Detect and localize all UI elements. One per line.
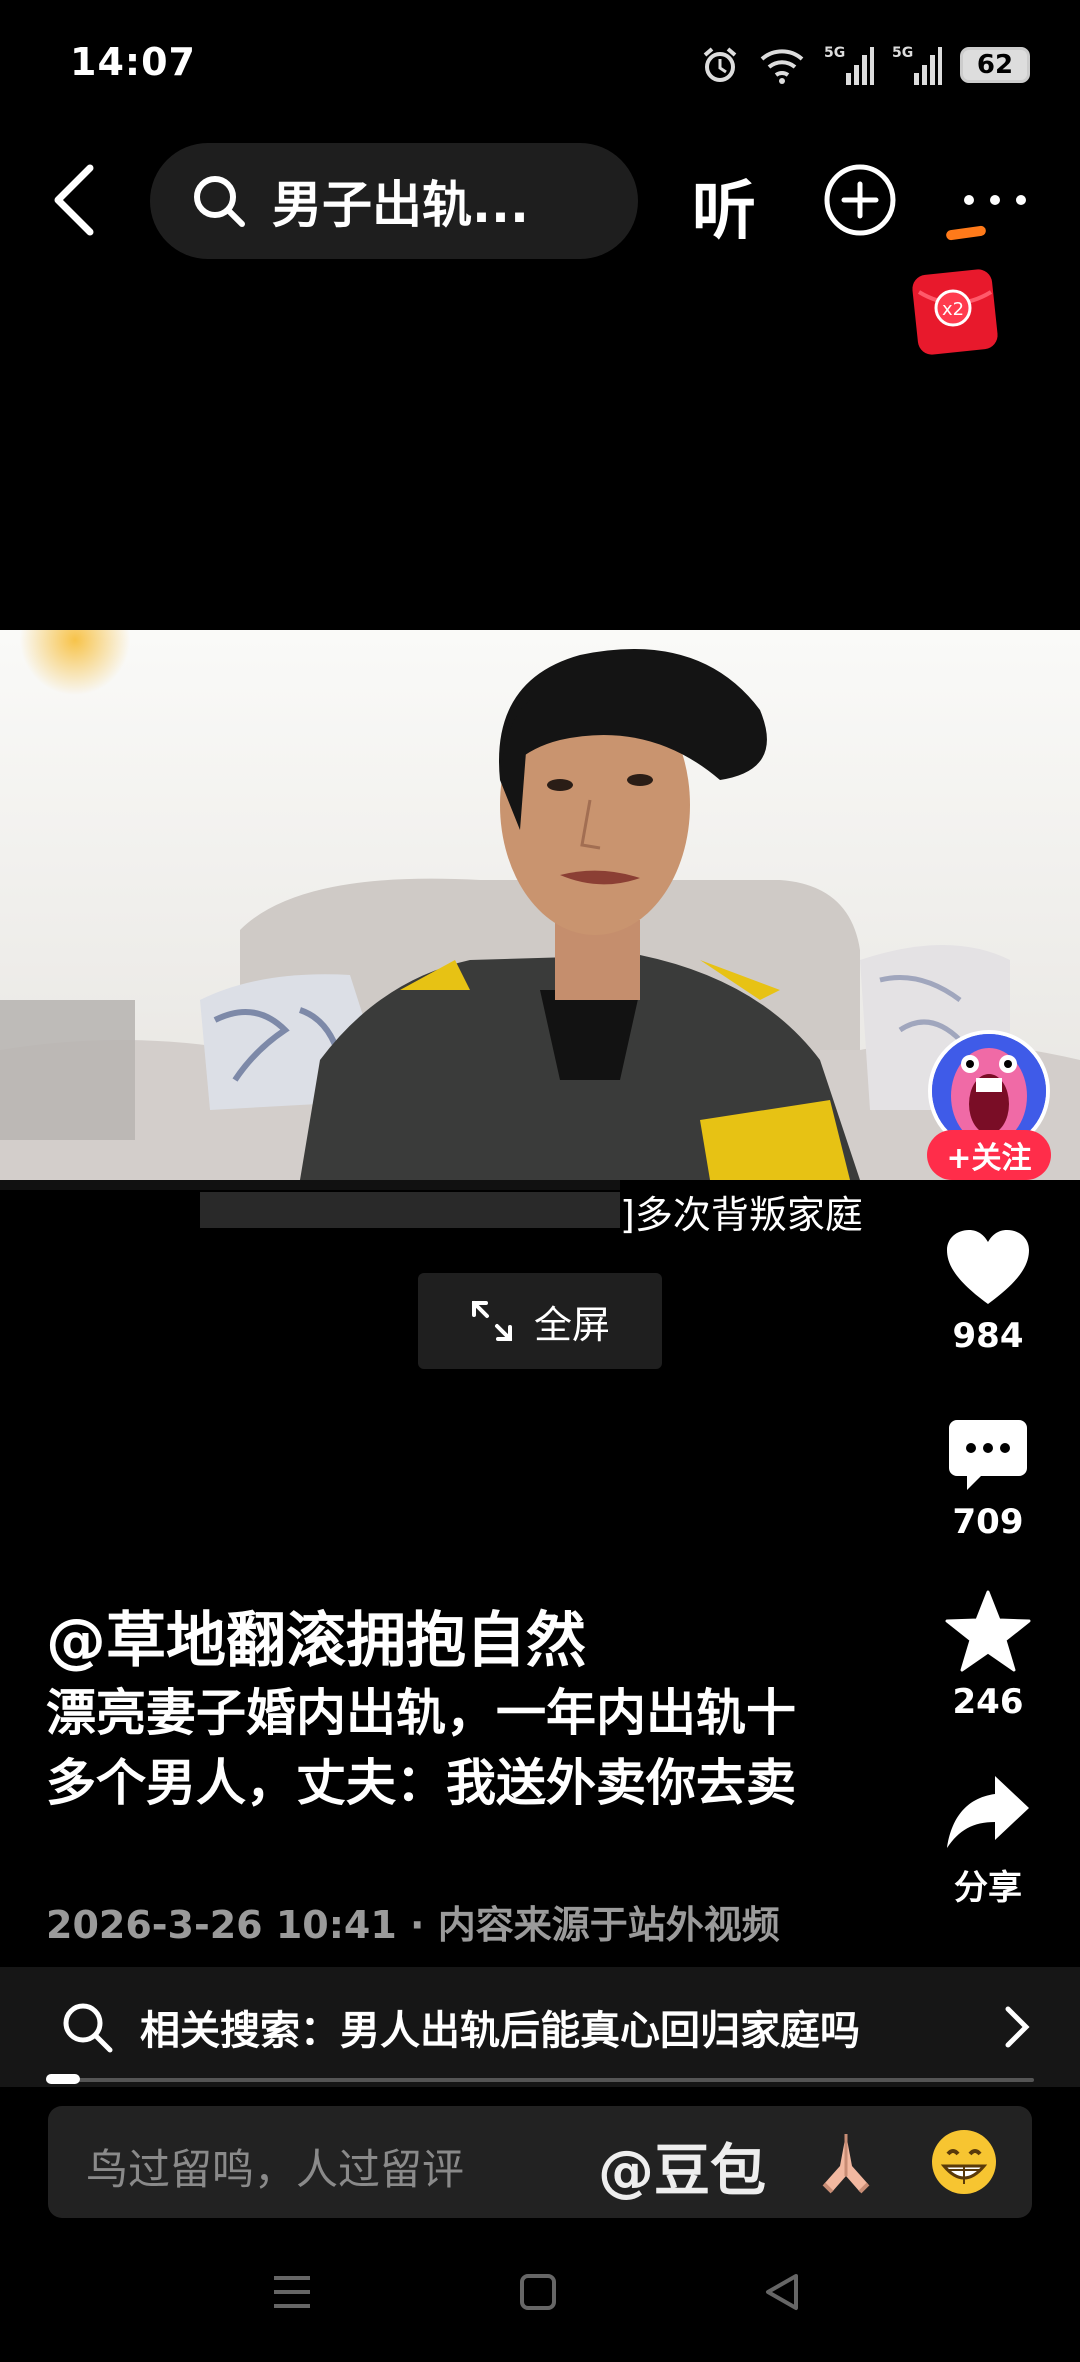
menu-lines-icon[interactable] xyxy=(272,2272,312,2312)
comment-bubble-icon xyxy=(949,1420,1027,1490)
red-packet-label: x2 xyxy=(942,299,964,320)
post-meta: 2026-3-26 10:41 · 内容来源于站外视频 xyxy=(46,1903,780,1947)
search-icon xyxy=(63,2003,113,2053)
svg-text:5G: 5G xyxy=(824,45,845,61)
signal-5g-icon: 5G xyxy=(892,45,942,85)
pray-emoji-button[interactable] xyxy=(810,2126,882,2198)
subtitle-blur xyxy=(0,1180,620,1228)
related-search-text: 相关搜索：男人出轨后能真心回归家庭吗 xyxy=(140,2008,860,2054)
red-packet-button[interactable]: x2 xyxy=(905,262,1005,362)
author-name[interactable]: @草地翻滚拥抱自然 xyxy=(46,1592,586,1679)
video-subtitle: ]多次背叛家庭 xyxy=(620,1193,863,1237)
follow-button[interactable]: +关注 xyxy=(927,1130,1051,1180)
red-packet-icon: x2 xyxy=(912,269,998,355)
status-time: 14:07 xyxy=(70,40,196,84)
chevron-right-icon xyxy=(1005,2006,1030,2048)
back-button[interactable] xyxy=(48,160,108,240)
related-search-bar[interactable]: 相关搜索：男人出轨后能真心回归家庭吗 xyxy=(0,1967,1080,2087)
star-icon xyxy=(945,1590,1031,1672)
video-progress-track[interactable] xyxy=(46,2078,1034,2082)
favorite-button[interactable]: 246 xyxy=(918,1590,1058,1722)
grin-emoji-button[interactable] xyxy=(928,2126,1000,2198)
pray-hands-icon xyxy=(822,2134,870,2194)
search-box[interactable]: 男子出轨... xyxy=(150,143,638,259)
fullscreen-label: 全屏 xyxy=(533,1302,610,1347)
grin-face-icon xyxy=(932,2130,996,2194)
system-nav-bar xyxy=(0,2250,1080,2340)
battery-indicator: 62 xyxy=(960,47,1030,83)
plus-circle-icon xyxy=(824,164,896,236)
favorite-count: 246 xyxy=(952,1682,1024,1722)
signal-5g-icon: 5G xyxy=(824,45,874,85)
add-button[interactable] xyxy=(822,162,898,238)
video-progress-handle[interactable] xyxy=(46,2074,80,2084)
search-icon xyxy=(194,176,245,227)
video-frame-image xyxy=(0,630,1080,1180)
status-icons: 5G 5G 62 xyxy=(700,40,1030,90)
search-query: 男子出轨... xyxy=(272,176,529,234)
share-label: 分享 xyxy=(954,1868,1022,1908)
listen-button[interactable]: 听 xyxy=(692,160,756,252)
back-triangle-icon[interactable] xyxy=(762,2272,802,2312)
video-subtitle-bar: ]多次背叛家庭 xyxy=(0,1180,1080,1237)
comment-input[interactable]: 鸟过留鸣，人过留评 @豆包 xyxy=(48,2106,1032,2218)
video-player[interactable] xyxy=(0,630,1080,1180)
share-arrow-icon xyxy=(947,1776,1029,1848)
like-button[interactable]: 984 xyxy=(918,1228,1058,1356)
more-button[interactable] xyxy=(955,180,1035,220)
home-square-icon[interactable] xyxy=(518,2272,558,2312)
fullscreen-button[interactable]: 全屏 xyxy=(418,1273,662,1369)
wifi-icon xyxy=(760,49,804,84)
heart-icon xyxy=(947,1230,1029,1304)
activity-indicator xyxy=(945,225,987,241)
chevron-left-icon xyxy=(54,164,94,236)
comment-placeholder: 鸟过留鸣，人过留评 xyxy=(86,2145,465,2194)
svg-text:5G: 5G xyxy=(892,45,913,61)
comment-button[interactable]: 709 xyxy=(918,1418,1058,1542)
share-button[interactable]: 分享 xyxy=(918,1772,1058,1909)
more-dots-icon xyxy=(964,195,1026,205)
comment-count: 709 xyxy=(952,1502,1024,1542)
like-count: 984 xyxy=(952,1316,1024,1356)
mention-doubao-button[interactable]: @豆包 xyxy=(598,2126,766,2207)
expand-icon xyxy=(471,1301,512,1341)
alarm-icon xyxy=(703,47,737,82)
video-caption[interactable]: 漂亮妻子婚内出轨，一年内出轨十多个男人，丈夫：我送外卖你去卖 xyxy=(46,1678,806,1818)
